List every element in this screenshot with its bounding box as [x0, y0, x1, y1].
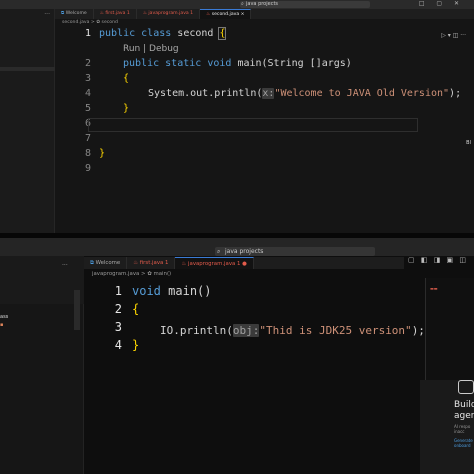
line-number: 4: [114, 338, 122, 352]
method-signature: main(): [168, 284, 212, 298]
code-line-3: {: [123, 73, 130, 84]
code-line-8: }: [99, 148, 106, 159]
search-label: java projects: [225, 248, 264, 255]
line-number: 2: [114, 302, 122, 316]
chat-generate-link[interactable]: Generate onboard: [454, 438, 474, 448]
search-icon: ⌕: [217, 248, 221, 255]
copilot-icon[interactable]: [458, 380, 474, 394]
code-editor[interactable]: 1 2 3 4 void main() { IO.println(obj:"Th…: [84, 258, 474, 474]
method-call: System.out.println(: [148, 88, 263, 99]
sidebar-section-bar: [0, 67, 55, 71]
code-line-2: {: [132, 302, 140, 316]
explorer-sidebar: ···: [0, 9, 55, 236]
tab-second-java[interactable]: ♨ second.java ×: [200, 9, 252, 19]
chat-panel: Build agent AI respo inacc Generate onbo…: [420, 380, 474, 474]
chat-disclaimer: AI respo inacc: [454, 424, 471, 434]
call-end: );: [411, 324, 425, 337]
parameter-hint: x:: [262, 88, 275, 99]
tab-label: second.java ×: [211, 12, 245, 17]
current-line-highlight: [88, 118, 418, 132]
call-end: );: [449, 88, 462, 99]
line-number: 9: [84, 163, 91, 174]
line-number: 3: [114, 320, 122, 334]
command-search-box[interactable]: ⌕ java projects: [240, 1, 370, 8]
search-icon: ⌕: [241, 1, 244, 7]
code-line-5: }: [123, 103, 130, 114]
line-number: 7: [84, 133, 91, 144]
editor-tab-bar: ⧉ Welcome ♨ first.java 1 ♨ javaprogram.j…: [55, 9, 474, 19]
minimap-marker: ▬▬: [430, 286, 438, 291]
tab-label: javaprogram.java 1: [148, 11, 194, 16]
codelens-run-debug[interactable]: Run | Debug: [123, 44, 179, 54]
run-controls[interactable]: ▷ ▾ ◫ ···: [441, 32, 466, 39]
sidebar-item-class[interactable]: ass: [0, 314, 8, 320]
side-panel-label: Bl: [466, 140, 471, 146]
sidebar-item-selected[interactable]: ▪: [0, 322, 3, 328]
tab-javaprogram-java[interactable]: ♨ javaprogram.java 1: [137, 9, 201, 19]
explorer-sidebar: ··· ass ▪: [0, 256, 84, 474]
keyword: public: [123, 58, 160, 69]
window-controls[interactable]: □ ▢ ✕: [419, 0, 464, 7]
line-number: 1: [114, 284, 122, 298]
code-line-3: IO.println(obj:"Thid is JDK25 version");: [160, 324, 425, 337]
bracket: {: [218, 27, 227, 40]
tab-label: Welcome: [65, 11, 87, 16]
line-number: 2: [84, 58, 91, 69]
chat-title: Build agent: [454, 400, 474, 421]
title-bar: ⌕ java projects: [0, 238, 474, 256]
code-line-4: System.out.println(x:"Welcome to JAVA Ol…: [148, 88, 461, 99]
method-call: IO.println(: [160, 324, 233, 337]
tab-label: first.java 1: [105, 11, 130, 16]
class-name: second: [177, 28, 214, 39]
parameter-hint: obj:: [232, 324, 260, 337]
code-line-1: public class second {: [99, 27, 227, 40]
more-actions-icon[interactable]: ···: [62, 262, 68, 269]
top-vscode-window: ⌕ java projects □ ▢ ✕ ··· ⧉ Welcome ♨ fi…: [0, 0, 474, 236]
more-actions-icon[interactable]: ···: [44, 11, 50, 18]
code-line-2: public static void main(String []args): [123, 58, 352, 69]
sidebar-scrollbar[interactable]: [74, 290, 80, 330]
string-literal: "Welcome to JAVA Old Version": [274, 88, 450, 99]
command-search-box[interactable]: ⌕ java projects: [215, 247, 375, 256]
search-label: java projects: [246, 1, 279, 7]
code-editor[interactable]: 1 2 3 4 5 6 7 8 9 public class second { …: [55, 24, 474, 204]
tab-welcome[interactable]: ⧉ Welcome: [55, 9, 94, 19]
bottom-vscode-window: ⌕ java projects ··· ass ▪ ⧉ Welcome ♨ fi…: [0, 238, 474, 474]
keyword: static: [165, 58, 202, 69]
keyword: void: [132, 284, 161, 298]
title-bar: ⌕ java projects □ ▢ ✕: [0, 0, 474, 9]
code-line-1: void main(): [132, 284, 212, 298]
sidebar-header: [0, 256, 84, 304]
keyword: class: [141, 28, 172, 39]
string-literal: "Thid is JDK25 version": [259, 324, 412, 337]
line-number: 5: [84, 103, 91, 114]
line-number: 3: [84, 73, 91, 84]
method-signature: main(String []args): [237, 58, 352, 69]
line-number: 4: [84, 88, 91, 99]
line-number: 1: [84, 28, 91, 39]
keyword: void: [207, 58, 232, 69]
code-line-4: }: [132, 338, 140, 352]
tab-first-java[interactable]: ♨ first.java 1: [94, 9, 137, 19]
line-number: 8: [84, 148, 91, 159]
keyword: public: [99, 28, 136, 39]
